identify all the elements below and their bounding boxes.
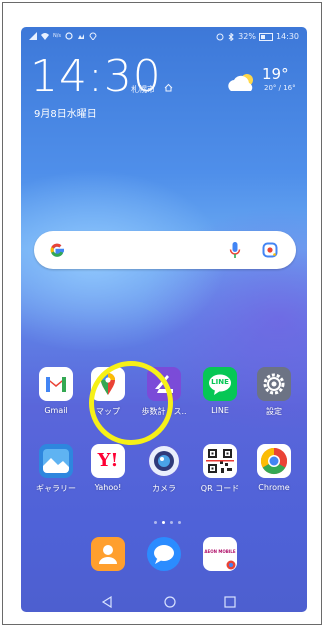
status-right: 32% 14:30 [216,32,299,41]
page-indicator [154,521,181,524]
back-icon[interactable] [101,595,112,609]
settings-icon[interactable] [257,367,291,401]
home-button-icon[interactable] [164,596,176,608]
gallery-icon[interactable] [39,444,73,478]
app-messages[interactable] [137,537,191,571]
home-icon [164,83,173,92]
google-lens-icon[interactable] [262,242,278,258]
gmail-icon[interactable] [39,367,73,401]
contacts-icon[interactable] [91,537,125,571]
phone-home-screen: N/s 32% 14:30 14:30 札幌市 9月8日水曜日 19° 20° … [21,27,307,612]
partly-cloudy-icon[interactable] [225,71,259,93]
app-chrome[interactable]: Chrome [247,444,301,492]
notification-icon [65,32,73,40]
battery-icon [258,32,273,41]
status-bar: N/s 32% 14:30 [29,32,299,44]
page-dot [178,521,181,524]
line-icon[interactable]: LINE [203,367,237,401]
app-settings[interactable]: 設定 [247,367,301,417]
app-label: 設定 [266,407,282,416]
data-speed-icon: N/s [53,33,62,39]
status-time: 14:30 [275,32,299,41]
bluetooth-icon [228,32,234,41]
yahoo-icon[interactable]: Y! [91,444,125,478]
qr-code-icon[interactable] [203,444,237,478]
clock-city: 札幌市 [131,85,155,94]
navigation-bar [101,595,236,609]
highlight-circle [89,361,173,445]
yahoo-logo-text: Y! [97,450,119,471]
google-search-bar[interactable] [34,231,296,269]
app-label: Chrome [258,483,290,492]
google-g-icon[interactable] [48,241,66,259]
app-label: ギャラリー [36,484,76,493]
app-label: Gmail [44,406,68,415]
app-yahoo[interactable]: Y! Yahoo! [81,444,135,492]
gallery-notif-icon [78,34,85,39]
chrome-icon[interactable] [257,444,291,478]
camera-icon[interactable] [147,444,181,478]
clock-date: 9月8日水曜日 [34,109,97,120]
app-line[interactable]: LINE LINE [193,367,247,415]
aeon-mobile-icon[interactable]: AEON MOBILE [203,537,237,571]
page-dot [154,521,157,524]
app-label: LINE [211,406,229,415]
screenshot-frame: N/s 32% 14:30 14:30 札幌市 9月8日水曜日 19° 20° … [2,2,322,625]
line-logo-text: LINE [211,378,229,386]
wifi-icon [41,33,49,40]
status-left: N/s [29,32,97,40]
app-gallery[interactable]: ギャラリー [29,444,83,494]
page-dot [170,521,173,524]
messages-icon[interactable] [147,537,181,571]
chrome-badge-icon [226,560,236,570]
recents-icon[interactable] [224,596,236,608]
microphone-icon[interactable] [229,241,241,259]
app-contacts[interactable] [81,537,135,571]
app-label: Yahoo! [94,483,122,492]
app-qr-code[interactable]: QR コード [193,444,247,494]
app-gmail[interactable]: Gmail [29,367,83,415]
weather-range: 20° / 16° [264,84,296,92]
page-dot-active [162,521,165,524]
aeon-mobile-logo-text: AEON MOBILE [204,549,236,554]
app-label: カメラ [152,484,176,493]
signal-icon [29,32,37,40]
app-aeon-mobile[interactable]: AEON MOBILE [193,537,247,571]
battery-percent: 32% [238,32,256,41]
app-camera[interactable]: カメラ [137,444,191,494]
alarm-icon [216,33,224,40]
weather-temp[interactable]: 19° [262,65,289,83]
app-label: QR コード [200,484,240,493]
location-icon [89,32,97,40]
